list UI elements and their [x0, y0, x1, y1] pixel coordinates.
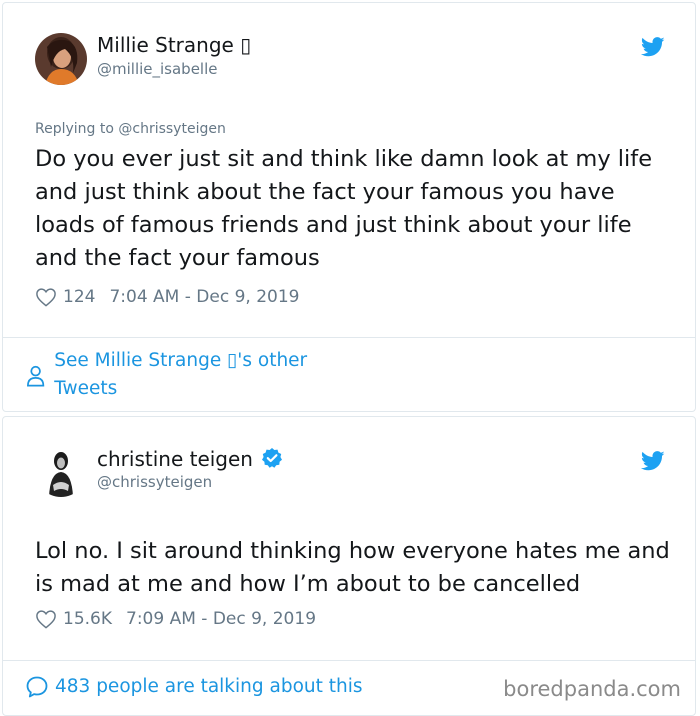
chat-bubble-icon	[26, 676, 48, 698]
tweet-card-millie: Millie Strange ▯ @millie_isabelle Replyi…	[2, 2, 696, 412]
heart-icon[interactable]	[35, 287, 57, 307]
conversation-link[interactable]: 483 people are talking about this	[25, 673, 363, 701]
heart-icon[interactable]	[35, 609, 57, 629]
timestamp[interactable]: 7:04 AM - Dec 9, 2019	[109, 287, 299, 307]
twitter-bird-icon[interactable]	[641, 451, 665, 471]
tweet-card-christine: christine teigen @chrissyteigen Lol no. …	[2, 416, 696, 716]
replying-to[interactable]: Replying to @chrissyteigen	[35, 121, 226, 137]
divider	[3, 660, 695, 661]
avatar[interactable]	[35, 445, 87, 497]
author-name[interactable]: christine teigen	[97, 447, 283, 471]
tweet-meta: 15.6K 7:09 AM - Dec 9, 2019	[35, 609, 316, 629]
person-icon	[27, 365, 45, 387]
see-other-tweets-link[interactable]: See Millie Strange ▯'s other Tweets	[25, 347, 365, 403]
name-emoji-placeholder: ▯	[240, 33, 252, 57]
footer-link-label: 483 people are talking about this	[55, 676, 363, 697]
avatar[interactable]	[35, 33, 87, 85]
watermark: boredpanda.com	[503, 677, 681, 701]
timestamp[interactable]: 7:09 AM - Dec 9, 2019	[126, 609, 316, 629]
tweet-meta: 124 7:04 AM - Dec 9, 2019	[35, 287, 299, 307]
verified-badge-icon	[262, 448, 283, 468]
like-count: 124	[63, 287, 96, 307]
footer-link-label: See Millie Strange ▯'s other Tweets	[54, 350, 308, 399]
like-count: 15.6K	[63, 609, 112, 629]
author-handle[interactable]: @chrissyteigen	[97, 473, 212, 491]
twitter-bird-icon[interactable]	[641, 37, 665, 57]
author-name[interactable]: Millie Strange ▯	[97, 33, 251, 57]
author-handle[interactable]: @millie_isabelle	[97, 60, 218, 78]
tweet-text: Do you ever just sit and think like damn…	[35, 146, 653, 271]
tweet-text: Lol no. I sit around thinking how everyo…	[35, 538, 670, 597]
divider	[3, 337, 695, 338]
